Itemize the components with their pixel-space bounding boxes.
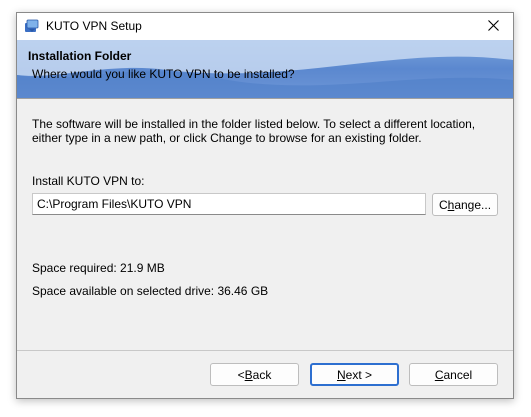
close-icon bbox=[487, 19, 499, 34]
back-label-part: ack bbox=[252, 367, 272, 382]
change-label-part: C bbox=[438, 197, 448, 212]
space-available-text: Space available on selected drive: 36.46… bbox=[32, 284, 269, 298]
back-label-part: < bbox=[237, 367, 245, 382]
next-label-accel: N bbox=[336, 367, 346, 382]
setup-window: KUTO VPN Setup Installation Folder Where… bbox=[16, 12, 514, 399]
footer-divider bbox=[17, 350, 513, 351]
close-button[interactable] bbox=[473, 13, 513, 40]
description-text: The software will be installed in the fo… bbox=[32, 117, 476, 145]
install-path-label: Install KUTO VPN to: bbox=[32, 174, 145, 188]
back-label-accel: B bbox=[244, 367, 253, 382]
cancel-label-accel: C bbox=[434, 367, 444, 382]
change-label-part: ange... bbox=[454, 197, 492, 212]
header-banner: Installation Folder Where would you like… bbox=[17, 40, 513, 98]
change-button[interactable]: Ch ange... bbox=[432, 193, 498, 216]
title-bar: KUTO VPN Setup bbox=[17, 13, 513, 40]
page-subtitle: Where would you like KUTO VPN to be inst… bbox=[32, 67, 295, 81]
back-button[interactable]: < Back bbox=[210, 363, 299, 386]
window-title: KUTO VPN Setup bbox=[46, 19, 142, 33]
change-label-accel: h bbox=[447, 197, 455, 212]
next-button[interactable]: Next > bbox=[310, 363, 399, 386]
cancel-label-part: ancel bbox=[443, 367, 473, 382]
cancel-button[interactable]: Cancel bbox=[409, 363, 498, 386]
space-required-text: Space required: 21.9 MB bbox=[32, 261, 165, 275]
next-label-part: ext > bbox=[345, 367, 373, 382]
page-title: Installation Folder bbox=[28, 49, 132, 63]
installer-icon bbox=[24, 18, 40, 34]
divider bbox=[17, 98, 513, 99]
install-path-input[interactable] bbox=[32, 193, 426, 215]
